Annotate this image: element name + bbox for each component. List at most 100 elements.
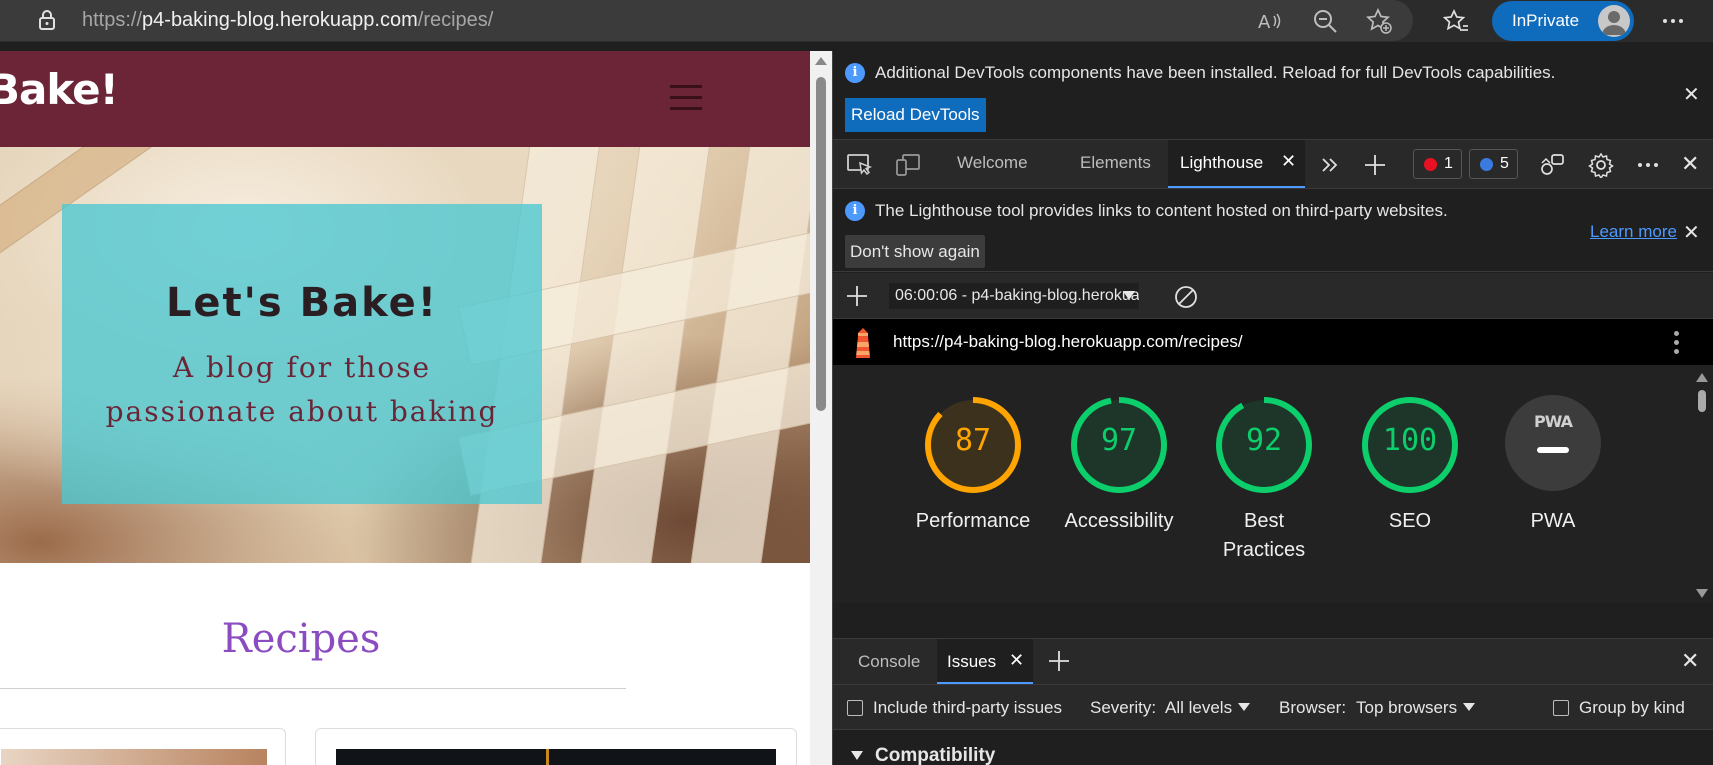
pwa-badge[interactable]: PWA [1505, 395, 1601, 491]
error-counter[interactable]: 1 [1413, 149, 1462, 179]
error-count: 1 [1444, 155, 1453, 172]
drawer-tab-issues[interactable]: Issues ✕ [937, 639, 1033, 684]
address-bar[interactable]: https://p4-baking-blog.herokuapp.com/rec… [0, 0, 1413, 41]
read-aloud-icon[interactable]: A [1257, 8, 1283, 34]
error-icon [1424, 158, 1437, 171]
severity-value: All levels [1165, 698, 1233, 717]
scroll-up-arrow[interactable] [815, 57, 827, 65]
report-menu-icon[interactable] [1674, 331, 1680, 355]
close-notice-icon[interactable]: ✕ [1683, 85, 1700, 105]
hero-banner: Let's Bake! A blog for those passionate … [0, 147, 810, 563]
notice-text: Additional DevTools components have been… [875, 63, 1556, 82]
issues-toolbar: Include third-party issues Severity: All… [833, 684, 1713, 730]
score-label: Performance [915, 510, 1031, 532]
score-gauge-best-practices[interactable]: 92 [1214, 395, 1314, 495]
learn-more-link[interactable]: Learn more [1590, 222, 1677, 242]
score-gauge-performance[interactable]: 87 [923, 395, 1023, 495]
page-scrollbar[interactable] [810, 51, 832, 765]
close-drawer-icon[interactable]: ✕ [1681, 650, 1699, 672]
lighthouse-info-bar: i The Lighthouse tool provides links to … [833, 190, 1713, 272]
drawer-tab-issues-label: Issues [947, 652, 997, 671]
message-counter[interactable]: 5 [1469, 149, 1518, 179]
drawer-tab-console[interactable]: Console [858, 652, 920, 672]
recipe-card[interactable] [0, 728, 286, 765]
browser-label: Browser: [1279, 698, 1347, 717]
scrollbar-thumb[interactable] [816, 77, 826, 411]
message-count: 5 [1500, 155, 1509, 172]
score-label: Accessibility [1064, 510, 1174, 532]
tab-welcome[interactable]: Welcome [957, 153, 1028, 173]
close-tab-icon[interactable]: ✕ [1281, 151, 1296, 172]
browser-dropdown[interactable]: Top browsers [1356, 698, 1476, 718]
devtools-tab-bar: Welcome Elements Lighthouse ✕ 1 5 ✕ [833, 139, 1713, 189]
scroll-down-arrow[interactable] [1696, 589, 1708, 598]
dont-show-again-button[interactable]: Don't show again [845, 235, 985, 268]
add-favorite-icon[interactable] [1366, 8, 1392, 34]
score-label: Best Practices [1222, 510, 1306, 561]
recipe-card[interactable] [315, 728, 797, 765]
site-logo[interactable]: Bake! [0, 65, 119, 114]
inprivate-label: InPrivate [1512, 11, 1580, 30]
clear-all-icon[interactable] [1173, 284, 1199, 310]
tab-lighthouse[interactable]: Lighthouse ✕ [1168, 140, 1305, 188]
score-gauge-accessibility[interactable]: 97 [1069, 395, 1169, 495]
report-url[interactable]: https://p4-baking-blog.herokuapp.com/rec… [893, 332, 1243, 352]
group-by-kind-checkbox[interactable] [1553, 700, 1569, 716]
chevron-down-icon [1123, 291, 1135, 300]
third-party-checkbox[interactable] [847, 700, 863, 716]
scrollbar-thumb[interactable] [1698, 390, 1706, 412]
inspect-element-icon[interactable] [847, 153, 873, 177]
chevron-down-icon [1238, 703, 1251, 711]
favorites-icon[interactable] [1443, 8, 1469, 34]
score-value: 92 [1245, 423, 1283, 458]
scroll-up-arrow[interactable] [1696, 373, 1708, 382]
hero-title: Let's Bake! [165, 280, 439, 326]
settings-more-icon[interactable] [1660, 8, 1686, 34]
scores-scrollbar[interactable] [1691, 365, 1713, 603]
site-navbar: Bake! [0, 51, 810, 147]
profile-icon [1602, 11, 1626, 35]
add-tab-icon[interactable] [1363, 153, 1387, 177]
menu-toggle-button[interactable] [670, 85, 702, 111]
chevron-down-icon [1463, 703, 1476, 711]
address-url[interactable]: https://p4-baking-blog.herokuapp.com/rec… [82, 9, 493, 32]
recipe-image[interactable] [336, 749, 776, 765]
score-value: 100 [1382, 423, 1438, 458]
expand-triangle-icon[interactable] [851, 751, 863, 760]
url-host: p4-baking-blog.herokuapp.com [142, 9, 418, 31]
report-url-bar: https://p4-baking-blog.herokuapp.com/rec… [833, 319, 1713, 365]
url-path: /recipes/ [417, 9, 494, 31]
device-emulation-icon[interactable] [895, 153, 921, 177]
new-report-icon[interactable] [845, 284, 869, 308]
zoom-out-icon[interactable] [1312, 8, 1338, 34]
score-gauge-seo[interactable]: 100 [1360, 395, 1460, 495]
lighthouse-info-text: The Lighthouse tool provides links to co… [875, 201, 1448, 220]
svg-text:A: A [1258, 12, 1271, 33]
info-icon: i [845, 63, 865, 83]
compatibility-section-header[interactable]: Compatibility [833, 731, 1713, 765]
close-devtools-icon[interactable]: ✕ [1681, 153, 1699, 175]
heading-divider [0, 688, 626, 689]
recipe-image[interactable] [1, 749, 267, 765]
reload-devtools-button[interactable]: Reload DevTools [845, 98, 986, 132]
add-tab-icon[interactable] [1047, 649, 1071, 673]
severity-dropdown[interactable]: All levels [1165, 698, 1251, 718]
drawer-tab-bar: Console Issues ✕ ✕ [833, 638, 1713, 684]
browser-toolbar: https://p4-baking-blog.herokuapp.com/rec… [0, 0, 1713, 42]
lighthouse-logo-icon [856, 328, 870, 358]
close-tab-icon[interactable]: ✕ [1009, 650, 1024, 671]
inprivate-button[interactable]: InPrivate [1492, 1, 1634, 41]
report-selector[interactable]: 06:00:06 - p4-baking-blog.herokuapp.com [889, 283, 1139, 309]
severity-label: Severity: [1090, 698, 1157, 717]
compatibility-label: Compatibility [875, 745, 996, 765]
score-value: 97 [1100, 423, 1138, 458]
more-tabs-chevron-icon[interactable] [1319, 154, 1341, 176]
browser-value: Top browsers [1356, 698, 1458, 717]
more-options-icon[interactable] [1635, 152, 1661, 178]
lock-icon[interactable] [38, 10, 56, 30]
screen: https://p4-baking-blog.herokuapp.com/rec… [0, 0, 1713, 765]
gear-icon[interactable] [1588, 152, 1614, 178]
tab-elements[interactable]: Elements [1080, 153, 1151, 173]
close-info-icon[interactable]: ✕ [1683, 223, 1700, 243]
customize-feedback-icon[interactable] [1539, 152, 1565, 178]
